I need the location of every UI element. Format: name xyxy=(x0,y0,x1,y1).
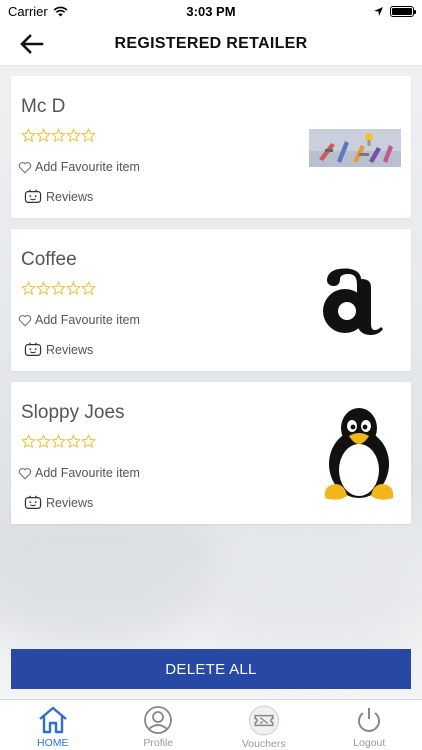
tab-home[interactable]: HOME xyxy=(0,700,105,750)
reviews-label: Reviews xyxy=(46,343,94,357)
delete-all-button[interactable]: DELETE ALL xyxy=(11,649,411,689)
star-icon xyxy=(21,434,36,449)
carrier-label: Carrier xyxy=(8,3,48,19)
wifi-icon xyxy=(53,6,68,16)
heart-icon xyxy=(18,161,32,174)
back-button[interactable] xyxy=(18,31,46,57)
background-blur xyxy=(200,536,420,656)
tab-logout[interactable]: Logout xyxy=(317,700,422,750)
add-favourite-button[interactable]: Add Favourite item xyxy=(18,160,140,174)
retailer-name: Sloppy Joes xyxy=(21,402,125,423)
retailer-logo-letter-a xyxy=(317,259,401,339)
reviews-label: Reviews xyxy=(46,190,94,204)
retailer-card[interactable]: Coffee Add Favourite item Reviews xyxy=(11,229,411,371)
home-icon xyxy=(38,706,67,734)
location-arrow-icon xyxy=(374,6,383,16)
star-icon xyxy=(66,434,81,449)
star-icon xyxy=(51,281,66,296)
heart-icon xyxy=(18,467,32,480)
add-favourite-label: Add Favourite item xyxy=(35,466,140,480)
retailer-card[interactable]: Mc D Add Favourite item Reviews xyxy=(11,76,411,218)
tab-vouchers[interactable]: Vouchers xyxy=(211,700,316,750)
tab-vouchers-label: Vouchers xyxy=(241,738,286,750)
star-icon xyxy=(51,128,66,143)
review-bubble-icon xyxy=(24,342,42,356)
tab-bar: HOME Profile Vouchers Logout xyxy=(0,699,422,750)
reviews-button[interactable]: Reviews xyxy=(24,342,93,358)
voucher-icon xyxy=(248,705,279,736)
add-favourite-label: Add Favourite item xyxy=(35,160,140,174)
page-title: REGISTERED RETAILER xyxy=(114,34,308,52)
star-icon xyxy=(66,281,81,296)
star-icon xyxy=(81,281,96,296)
heart-icon xyxy=(18,314,32,327)
star-rating[interactable] xyxy=(21,434,96,449)
star-rating[interactable] xyxy=(21,128,96,143)
status-bar: Carrier 3:03 PM xyxy=(0,0,422,22)
add-favourite-button[interactable]: Add Favourite item xyxy=(18,466,140,480)
star-icon xyxy=(36,434,51,449)
star-icon xyxy=(21,281,36,296)
retailer-card[interactable]: Sloppy Joes Add Favourite item Reviews xyxy=(11,382,411,524)
tab-home-label: HOME xyxy=(37,737,69,749)
retailer-list[interactable]: Mc D Add Favourite item Reviews Coffee A… xyxy=(0,66,422,699)
retailer-name: Mc D xyxy=(21,96,66,117)
review-bubble-icon xyxy=(24,495,42,509)
retailer-logo-penguin xyxy=(317,406,401,504)
reviews-button[interactable]: Reviews xyxy=(24,495,93,511)
reviews-button[interactable]: Reviews xyxy=(24,189,93,205)
star-icon xyxy=(66,128,81,143)
tab-profile-label: Profile xyxy=(143,737,174,749)
star-icon xyxy=(36,281,51,296)
star-icon xyxy=(81,128,96,143)
star-icon xyxy=(81,434,96,449)
arrow-left-icon xyxy=(20,34,44,54)
star-icon xyxy=(21,128,36,143)
power-icon xyxy=(358,708,381,732)
review-bubble-icon xyxy=(24,189,42,203)
tab-profile[interactable]: Profile xyxy=(106,700,211,750)
add-favourite-button[interactable]: Add Favourite item xyxy=(18,313,140,327)
tab-logout-label: Logout xyxy=(353,737,386,749)
battery-icon xyxy=(390,5,416,17)
star-rating[interactable] xyxy=(21,281,96,296)
star-icon xyxy=(51,434,66,449)
reviews-label: Reviews xyxy=(46,496,94,510)
retailer-logo-tools-banner xyxy=(309,129,401,167)
nav-bar: REGISTERED RETAILER xyxy=(0,22,422,66)
star-icon xyxy=(36,128,51,143)
add-favourite-label: Add Favourite item xyxy=(35,313,140,327)
retailer-name: Coffee xyxy=(21,249,77,270)
profile-icon xyxy=(144,706,173,734)
